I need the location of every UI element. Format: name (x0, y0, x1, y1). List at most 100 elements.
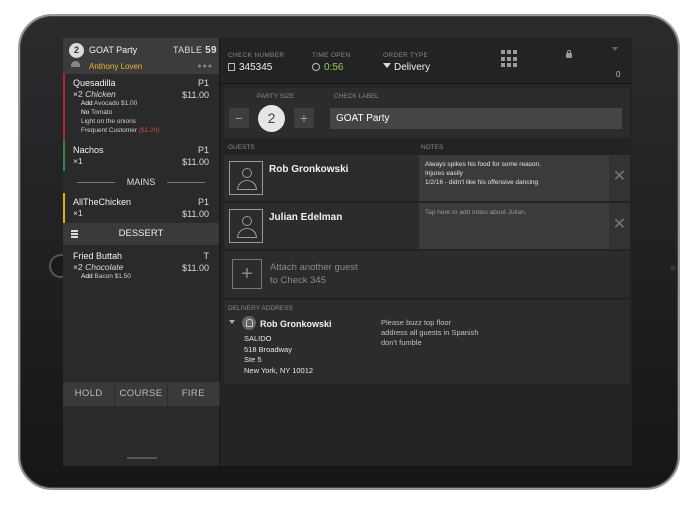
avatar-icon (229, 209, 263, 243)
close-icon: ✕ (612, 168, 627, 185)
party-size-badge: 2 (69, 43, 84, 58)
item-qty-note: Chicken (85, 89, 116, 99)
discount-amount: ($1.20) (138, 127, 160, 134)
order-type-select[interactable]: Delivery (383, 62, 430, 73)
modifier-value: Avocado $1.00 (94, 100, 138, 107)
guest-row[interactable]: Rob Gronkowski Always spikes his food fo… (224, 155, 630, 201)
attach-line: to Check 345 (270, 275, 326, 286)
course-header-label: DESSERT (118, 228, 164, 239)
modifier-value: Frequent Customer (81, 127, 137, 134)
delivery-label: DELIVERY ADDRESS (228, 305, 293, 312)
decrease-party-button[interactable]: − (229, 108, 249, 128)
course-header-dessert[interactable]: DESSERT (63, 223, 219, 245)
hold-button[interactable]: HOLD (63, 382, 116, 406)
page-dots: ●●● (197, 63, 213, 70)
time-open-label: TIME OPEN (312, 52, 351, 59)
item-price: $11.00 (182, 157, 209, 167)
attach-guest-button[interactable]: + Attach another guest to Check 345 (224, 251, 630, 297)
note-line: Injures easily (425, 170, 463, 177)
order-item[interactable]: AllTheChicken P1 ×1 $11.00 (63, 193, 219, 223)
drawer-handle[interactable] (127, 457, 157, 459)
plus-icon: + (232, 259, 262, 289)
delivery-section: DELIVERY ADDRESS Rob Gronkowski SALIDO 5… (224, 300, 630, 384)
chevron-down-icon[interactable] (612, 47, 618, 51)
modifier-label: No (81, 109, 90, 116)
party-size-value: 2 (258, 105, 285, 132)
attach-guest-text: Attach another guest to Check 345 (270, 261, 390, 287)
modifier-label: Add (81, 273, 93, 280)
item-name: Fried Buttah (73, 251, 123, 261)
camera (670, 265, 676, 271)
remove-guest-button[interactable]: ✕ (609, 155, 630, 201)
check-label-input[interactable]: GOAT Party (330, 108, 622, 129)
item-name: AllTheChicken (73, 197, 132, 207)
close-icon: ✕ (612, 216, 627, 233)
avatar-icon (229, 161, 263, 195)
check-detail-panel: CHECK NUMBER 345345 TIME OPEN 0:56 ORDER… (220, 38, 632, 466)
table-label-text: TABLE (173, 45, 203, 55)
order-item[interactable]: Fried Buttah T ×2 Chocolate $11.00 Add B… (63, 245, 219, 285)
chevron-down-icon[interactable] (229, 320, 235, 324)
guest-notes-field[interactable]: Tap here to add notes about Julian. (419, 203, 609, 249)
remove-guest-button[interactable]: ✕ (609, 203, 630, 249)
guest-name: Rob Gronkowski (269, 164, 349, 175)
item-seat: T (203, 251, 210, 261)
server-name: Anthony Loven (89, 62, 143, 71)
order-type-label: ORDER TYPE (383, 52, 429, 59)
modifier: No Tomato (81, 108, 211, 117)
party-name: GOAT Party (89, 45, 138, 55)
status-bar-yellow (63, 193, 65, 223)
user-icon (71, 61, 80, 67)
clock-icon (312, 63, 320, 71)
item-seat: P1 (197, 197, 209, 207)
modifier: Light on the onions (81, 117, 211, 126)
item-seat: P1 (197, 78, 209, 88)
check-number: 345345 (228, 62, 272, 73)
delivery-note-line: Please buzz top floor (381, 318, 452, 327)
course-button[interactable]: COURSE (115, 382, 168, 406)
receipt-icon (228, 63, 235, 71)
fire-button[interactable]: FIRE (168, 382, 220, 406)
delivery-address[interactable]: SALIDO 518 Broadway Ste 5 New York, NY 1… (244, 334, 313, 376)
increase-party-button[interactable]: + (294, 108, 314, 128)
item-seat: P1 (197, 145, 209, 155)
notes-label: NOTES (421, 144, 444, 151)
item-qty-note: Chocolate (85, 262, 124, 272)
time-open-value: 0:56 (324, 62, 344, 73)
address-line: SALIDO (244, 334, 272, 343)
party-section: PARTY SIZE CHECK LABEL − 2 + GOAT Party (224, 88, 630, 138)
modifier-value: Bacon $1.50 (94, 273, 131, 280)
hamburger-icon[interactable] (71, 230, 78, 238)
item-price: $11.00 (182, 90, 209, 100)
item-price: $11.00 (182, 263, 209, 273)
note-line: Always spikes his food for some reason. (425, 161, 541, 168)
item-count: 0 (616, 70, 621, 79)
modifier-label: Add (81, 100, 93, 107)
order-item[interactable]: Nachos P1 ×1 $11.00 (63, 141, 219, 171)
status-bar-red (63, 74, 65, 141)
guests-label: GUESTS (228, 144, 255, 151)
guest-notes-field[interactable]: Always spikes his food for some reason. … (419, 155, 609, 201)
time-open: 0:56 (312, 62, 343, 73)
ticket-header[interactable]: 2 GOAT Party TABLE 59 Anthony Loven ●●● (63, 38, 219, 74)
modifier-value: Light on the onions (81, 118, 136, 125)
chevron-down-icon (383, 63, 391, 68)
address-line: New York, NY 10012 (244, 365, 314, 375)
lock-icon[interactable] (566, 50, 572, 58)
item-price: $11.00 (182, 209, 209, 219)
item-qty-count: ×2 (73, 89, 83, 99)
check-number-value: 345345 (239, 62, 273, 73)
pos-screen: 2 GOAT Party TABLE 59 Anthony Loven ●●● … (63, 38, 632, 466)
delivery-note-line: address all guests in Spanish (381, 328, 479, 337)
check-topbar: CHECK NUMBER 345345 TIME OPEN 0:56 ORDER… (220, 38, 632, 84)
delivery-notes[interactable]: Please buzz top floor address all guests… (381, 318, 496, 348)
course-separator-mains: MAINS (63, 171, 219, 193)
order-item[interactable]: Quesadilla P1 ×2 Chicken $11.00 Add Avoc… (63, 74, 219, 141)
guest-row[interactable]: Julian Edelman Tap here to add notes abo… (224, 203, 630, 249)
modifier-value: Tomato (91, 109, 113, 116)
item-qty-count: ×2 (73, 262, 83, 272)
delivery-name: Rob Gronkowski (260, 319, 332, 329)
item-name: Quesadilla (73, 78, 116, 88)
grid-icon[interactable] (501, 50, 519, 68)
address-line: Ste 5 (244, 355, 262, 364)
